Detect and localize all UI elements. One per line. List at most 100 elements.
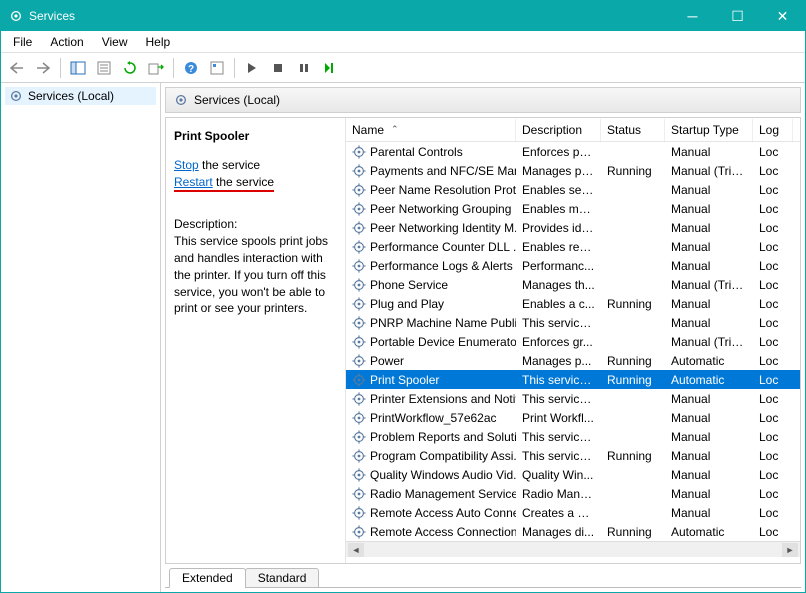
menu-file[interactable]: File (5, 33, 40, 51)
service-logon: Loc (753, 182, 793, 198)
service-status: Running (601, 524, 665, 540)
service-name: Payments and NFC/SE Man... (370, 164, 516, 178)
restart-suffix: the service (213, 175, 274, 189)
service-logon: Loc (753, 467, 793, 483)
service-description: Provides ide... (516, 220, 601, 236)
show-hide-tree-button[interactable] (66, 56, 90, 80)
service-row[interactable]: Plug and PlayEnables a c...RunningManual… (346, 294, 800, 313)
service-row[interactable]: Remote Access Auto Conne...Creates a co.… (346, 503, 800, 522)
service-row[interactable]: PrintWorkflow_57e62acPrint Workfl...Manu… (346, 408, 800, 427)
service-logon: Loc (753, 315, 793, 331)
service-startup: Automatic (665, 353, 753, 369)
service-row[interactable]: PowerManages p...RunningAutomaticLoc (346, 351, 800, 370)
description-text: This service spools print jobs and handl… (174, 233, 337, 317)
service-row[interactable]: Quality Windows Audio Vid...Quality Win.… (346, 465, 800, 484)
service-name: Quality Windows Audio Vid... (370, 468, 516, 482)
service-startup: Manual (665, 486, 753, 502)
service-startup: Manual (Trig... (665, 277, 753, 293)
restart-link[interactable]: Restart (174, 175, 213, 189)
service-status (601, 417, 665, 419)
service-description: Enables rem... (516, 239, 601, 255)
service-row[interactable]: Peer Networking GroupingEnables mul...Ma… (346, 199, 800, 218)
service-row[interactable]: Printer Extensions and Notif...This serv… (346, 389, 800, 408)
service-status (601, 436, 665, 438)
tree-root-node[interactable]: Services (Local) (5, 87, 156, 105)
service-description: Radio Mana... (516, 486, 601, 502)
service-row[interactable]: Radio Management ServiceRadio Mana... Man… (346, 484, 800, 503)
service-row[interactable]: PNRP Machine Name Publi...This service .… (346, 313, 800, 332)
help-button[interactable]: ? (179, 56, 203, 80)
stop-link[interactable]: Stop (174, 158, 199, 172)
tab-standard[interactable]: Standard (245, 568, 320, 588)
close-button[interactable]: ✕ (760, 1, 805, 31)
titlebar: Services ─ ☐ ✕ (1, 1, 805, 31)
services-icon (174, 93, 188, 107)
stop-service-button[interactable] (266, 56, 290, 80)
service-row[interactable]: Peer Networking Identity M...Provides id… (346, 218, 800, 237)
service-status (601, 512, 665, 514)
start-service-button[interactable] (240, 56, 264, 80)
col-header-name[interactable]: Name⌃ (346, 119, 516, 141)
service-row[interactable]: Remote Access Connection...Manages di...… (346, 522, 800, 541)
service-startup: Manual (665, 144, 753, 160)
menu-action[interactable]: Action (42, 33, 91, 51)
service-row[interactable]: Problem Reports and Soluti...This servic… (346, 427, 800, 446)
service-description: Manages th... (516, 277, 601, 293)
col-header-status[interactable]: Status (601, 119, 665, 141)
refresh-button[interactable] (118, 56, 142, 80)
service-logon: Loc (753, 334, 793, 350)
service-description: Quality Win... (516, 467, 601, 483)
minimize-button[interactable]: ─ (670, 1, 715, 31)
service-row[interactable]: Performance Counter DLL ...Enables rem..… (346, 237, 800, 256)
service-logon: Loc (753, 258, 793, 274)
properties-button[interactable] (92, 56, 116, 80)
service-logon: Loc (753, 163, 793, 179)
service-description: Manages pa... (516, 163, 601, 179)
service-status (601, 246, 665, 248)
service-startup: Manual (665, 182, 753, 198)
col-header-description[interactable]: Description (516, 119, 601, 141)
service-startup: Automatic (665, 524, 753, 540)
service-name: Power (370, 354, 404, 368)
service-row[interactable]: Parental ControlsEnforces pa...ManualLoc (346, 142, 800, 161)
list-header: Name⌃ Description Status Startup Type Lo… (346, 118, 800, 142)
service-logon: Loc (753, 353, 793, 369)
restart-service-button[interactable] (318, 56, 342, 80)
service-logon: Loc (753, 391, 793, 407)
service-row[interactable]: Peer Name Resolution Prot...Enables serv… (346, 180, 800, 199)
service-row[interactable]: Print SpoolerThis service ...RunningAuto… (346, 370, 800, 389)
description-label: Description: (174, 216, 337, 233)
service-row[interactable]: Phone ServiceManages th...Manual (Trig..… (346, 275, 800, 294)
service-name: Problem Reports and Soluti... (370, 430, 516, 444)
service-row[interactable]: Payments and NFC/SE Man...Manages pa...R… (346, 161, 800, 180)
service-row[interactable]: Program Compatibility Assi...This servic… (346, 446, 800, 465)
service-name: Peer Networking Identity M... (370, 221, 516, 235)
options-button[interactable] (205, 56, 229, 80)
menu-view[interactable]: View (94, 33, 136, 51)
service-logon: Loc (753, 448, 793, 464)
stop-suffix: the service (199, 158, 260, 172)
forward-button[interactable] (31, 56, 55, 80)
menubar: File Action View Help (1, 31, 805, 53)
export-button[interactable] (144, 56, 168, 80)
service-status (601, 208, 665, 210)
service-startup: Manual (665, 220, 753, 236)
service-row[interactable]: Portable Device Enumerator...Enforces gr… (346, 332, 800, 351)
scroll-right-icon[interactable]: ► (782, 543, 798, 557)
service-description: Enforces gr... (516, 334, 601, 350)
col-header-startup[interactable]: Startup Type (665, 119, 753, 141)
service-row[interactable]: Performance Logs & AlertsPerformanc...Ma… (346, 256, 800, 275)
service-startup: Manual (665, 467, 753, 483)
service-name: Performance Logs & Alerts (370, 259, 513, 273)
service-name: Radio Management Service (370, 487, 516, 501)
toolbar: ? (1, 53, 805, 83)
pause-service-button[interactable] (292, 56, 316, 80)
scroll-left-icon[interactable]: ◄ (348, 543, 364, 557)
service-startup: Manual (665, 239, 753, 255)
tab-extended[interactable]: Extended (169, 568, 246, 588)
horizontal-scrollbar[interactable]: ◄ ► (346, 541, 800, 557)
menu-help[interactable]: Help (138, 33, 179, 51)
maximize-button[interactable]: ☐ (715, 1, 760, 31)
back-button[interactable] (5, 56, 29, 80)
col-header-logon[interactable]: Log (753, 119, 793, 141)
